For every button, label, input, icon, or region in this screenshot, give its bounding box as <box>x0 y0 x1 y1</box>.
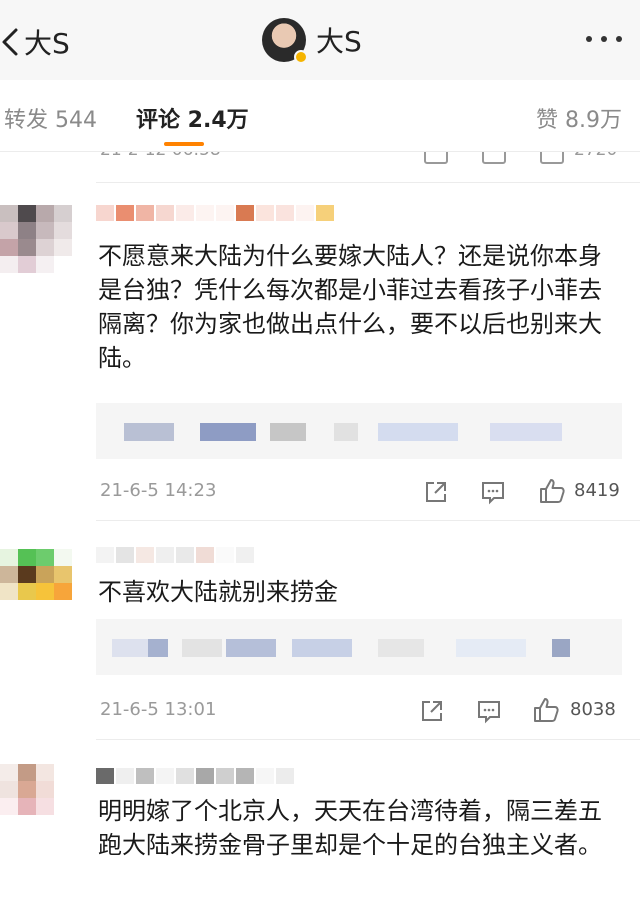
back-icon <box>2 28 18 56</box>
share-icon[interactable] <box>424 152 448 164</box>
comment-time: 21-6-5 14:23 <box>100 480 217 501</box>
comment-icon[interactable] <box>476 698 502 724</box>
active-tab-indicator <box>164 142 204 146</box>
tab-repost[interactable]: 转发 544 <box>4 102 97 134</box>
more-icon[interactable] <box>586 36 622 42</box>
tab-bar: 转发 544 评论 2.4万 赞 8.9万 <box>0 80 640 152</box>
comment-text: 不愿意来大陆为什么要嫁大陆人？还是说你本身是台独？凭什么每次都是小菲过去看孩子小… <box>98 242 602 372</box>
like-count: 8038 <box>570 699 616 720</box>
avatar[interactable] <box>0 205 72 273</box>
like-icon[interactable] <box>540 152 564 164</box>
back-label: 大S <box>24 27 70 60</box>
comment-item: 不愿意来大陆为什么要嫁大陆人？还是说你本身是台独？凭什么每次都是小菲过去看孩子小… <box>0 183 640 520</box>
comment-icon[interactable] <box>480 479 506 505</box>
quoted-reply-blurred[interactable] <box>96 403 622 459</box>
username-blurred[interactable] <box>96 547 254 565</box>
comment-text: 不喜欢大陆就别来捞金 <box>98 578 338 606</box>
like-count: 2720 <box>574 152 617 160</box>
top-bar: 大S 大S <box>0 0 640 80</box>
share-icon[interactable] <box>423 479 449 505</box>
like-count: 8419 <box>574 480 620 501</box>
like-icon[interactable] <box>532 696 560 724</box>
page-title: 大S <box>316 25 362 58</box>
quoted-reply-blurred[interactable] <box>96 619 622 675</box>
avatar[interactable] <box>0 764 72 815</box>
username-blurred[interactable] <box>96 768 294 786</box>
back-button[interactable]: 大S <box>0 22 80 62</box>
previous-comment-footer: 21-2-12 06:58 2720 <box>0 152 640 182</box>
tab-like[interactable]: 赞 8.9万 <box>536 102 622 134</box>
comment-icon[interactable] <box>482 152 506 164</box>
profile-title[interactable]: 大S <box>262 18 362 64</box>
comment-item: 明明嫁了个北京人，天天在台湾待着，隔三差五跑大陆来捞金骨子里却是个十足的台独主义… <box>0 740 640 912</box>
comment-time: 21-2-12 06:58 <box>100 152 221 160</box>
comment-time: 21-6-5 13:01 <box>100 699 217 720</box>
share-icon[interactable] <box>419 698 445 724</box>
username-blurred[interactable] <box>96 205 334 223</box>
comment-text: 明明嫁了个北京人，天天在台湾待着，隔三差五跑大陆来捞金骨子里却是个十足的台独主义… <box>98 797 602 859</box>
avatar[interactable] <box>262 18 308 64</box>
like-icon[interactable] <box>538 477 566 505</box>
tab-comment[interactable]: 评论 2.4万 <box>136 102 249 134</box>
comment-item: 不喜欢大陆就别来捞金 21-6-5 13:01 8038 <box>0 521 640 739</box>
avatar[interactable] <box>0 549 72 600</box>
verified-icon <box>294 50 308 64</box>
